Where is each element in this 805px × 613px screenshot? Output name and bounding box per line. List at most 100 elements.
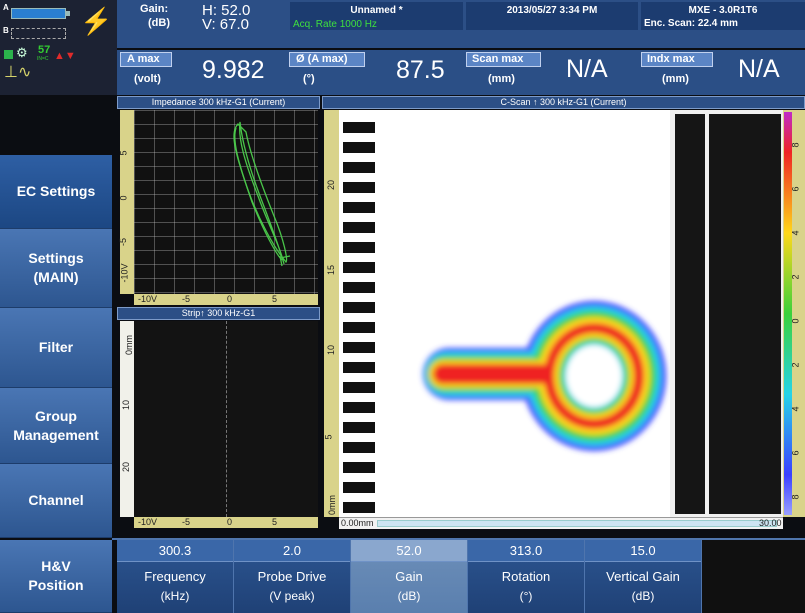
cscan-title: C-Scan ↑ 300 kHz-G1 (Current) [322,96,805,109]
imp-y-tick: -5 [118,237,129,247]
param-gain-value: 52.0 [351,540,467,562]
reading-scan-max-value: N/A [566,55,608,83]
label-a: A [3,3,9,12]
param-vertical-gain[interactable]: 15.0 Vertical Gain (dB) [585,540,702,613]
param-probe-drive[interactable]: 2.0 Probe Drive (V peak) [234,540,351,613]
param-vertical-gain-value: 15.0 [585,540,701,562]
scan-ruler[interactable]: 0.00mm 30.00 [339,517,783,529]
sidebar-item-channel[interactable]: Channel [0,464,112,538]
param-empty-slot [702,540,805,613]
reading-a-max-value: 9.982 [202,56,265,84]
cscan-side-frame [670,110,783,517]
param-rotation-name: Rotation [501,569,551,584]
strip-y-tick: 10 [121,399,132,411]
imp-y-tick: 0 [118,195,129,201]
sidebar-item-settings-main[interactable]: Settings (MAIN) [0,229,112,308]
temperature-unit: IN=C [37,56,49,62]
param-probe-drive-name: Probe Drive [257,569,327,584]
device-box: MXE - 3.0R1T6 Enc. Scan: 22.4 mm [641,2,805,30]
battery-b-icon [11,28,66,39]
strip-x-ruler [134,517,318,528]
lissajous-trace [233,121,291,267]
reading-indx-max-value: N/A [738,55,780,83]
param-rotation-value: 313.0 [468,540,584,562]
colorbar-tick: 6 [790,450,801,456]
power-lightning-icon: ⚡ [80,6,113,36]
colorbar-tick: 6 [790,186,801,192]
reading-indx-max-unit: (mm) [662,73,689,85]
colorbar-tick: 8 [790,142,801,148]
strip-plot[interactable] [134,321,318,517]
file-name-box[interactable]: Unnamed * Acq. Rate 1000 Hz [290,2,463,30]
param-gain-unit: (dB) [397,589,421,603]
reading-phase-unit: (°) [303,73,315,85]
param-vertical-gain-unit: (dB) [631,589,655,603]
colorbar-tick: 4 [790,406,801,412]
sidebar-item-filter[interactable]: Filter [0,308,112,388]
datetime-box: 2013/05/27 3:34 PM [466,2,638,30]
cscan-y-tick: 20 [326,179,337,191]
imp-x-tick: -10V [138,294,158,304]
imp-y-tick: 5 [118,150,129,156]
strip-center-line [226,321,227,517]
reading-indx-max-name: Indx max [647,53,695,65]
impedance-plot[interactable] [134,110,318,294]
scan-start-label: 0.00mm [341,518,374,528]
file-name: Unnamed * [350,5,403,16]
param-rotation-unit: (°) [519,589,533,603]
probe-icon: ⊥∿ [4,64,32,81]
param-vertical-gain-name: Vertical Gain [606,569,680,584]
datetime: 2013/05/27 3:34 PM [506,5,598,16]
cscan-y-tick: 15 [326,264,337,276]
scan-end-label: 30.00 [759,518,782,528]
cscan-side-panel [709,114,781,514]
battery-a-tip [66,11,70,16]
param-frequency[interactable]: 300.3 Frequency (kHz) [117,540,234,613]
reading-scan-max-unit: (mm) [488,73,515,85]
strip-x-tick: 5 [272,517,278,527]
strip-y-tick: 20 [121,461,132,473]
scan-range-bar[interactable] [377,520,777,527]
param-frequency-value: 300.3 [117,540,233,562]
imp-x-tick: 0 [227,294,233,304]
v-value: V: 67.0 [202,16,249,33]
cscan-plot[interactable] [339,110,670,517]
gain-unit: (dB) [148,17,170,29]
param-probe-drive-value: 2.0 [234,540,350,562]
strip-title: Strip↑ 300 kHz-G1 [117,307,320,320]
param-gain[interactable]: 52.0 Gain (dB) [351,540,468,613]
strip-y-tick: 0mm [124,335,134,355]
reading-a-max-unit: (volt) [134,73,161,85]
sidebar-item-group-management[interactable]: Group Management [0,388,112,464]
gain-label: Gain: [140,3,169,15]
imp-x-tick: -5 [182,294,191,304]
param-probe-drive-unit: (V peak) [269,589,315,603]
reading-phase-value: 87.5 [396,56,445,84]
colorbar-tick: 0 [790,318,801,324]
alarm-icon: ▲▼ [54,50,76,62]
gear-icon: ⚙ [16,45,28,60]
cscan-y-tick: 5 [323,434,334,440]
param-frequency-unit: (kHz) [160,589,190,603]
colorbar-tick: 2 [790,362,801,368]
reading-phase-name: Ø (A max) [296,53,348,65]
param-frequency-name: Frequency [144,569,206,584]
lock-icon [4,50,13,59]
param-rotation[interactable]: 313.0 Rotation (°) [468,540,585,613]
status-panel: A B ⚡ ⚙ 57 IN=C ▲▼ ⊥∿ [0,0,117,95]
reading-a-max-name: A max [127,53,160,65]
colorbar-tick: 2 [790,274,801,280]
acq-rate: Acq. Rate 1000 Hz [293,19,377,30]
strip-x-tick: 0 [227,517,233,527]
imp-x-tick: 5 [272,294,278,304]
colorbar-frame: 8 6 4 2 0 2 4 6 8 [783,110,805,517]
strip-x-tick: -10V [138,517,158,527]
cscan-y-ruler [324,110,339,517]
cscan-y-tick: 0mm [327,495,337,515]
sidebar-item-ec-settings[interactable]: EC Settings [0,155,112,229]
colorbar-tick: 8 [790,494,801,500]
colorbar-tick: 4 [790,230,801,236]
reading-scan-max-name: Scan max [472,53,524,65]
device-version: MXE - 3.0R1T6 [688,5,758,16]
sidebar-item-hv-position[interactable]: H&V Position [0,540,112,613]
